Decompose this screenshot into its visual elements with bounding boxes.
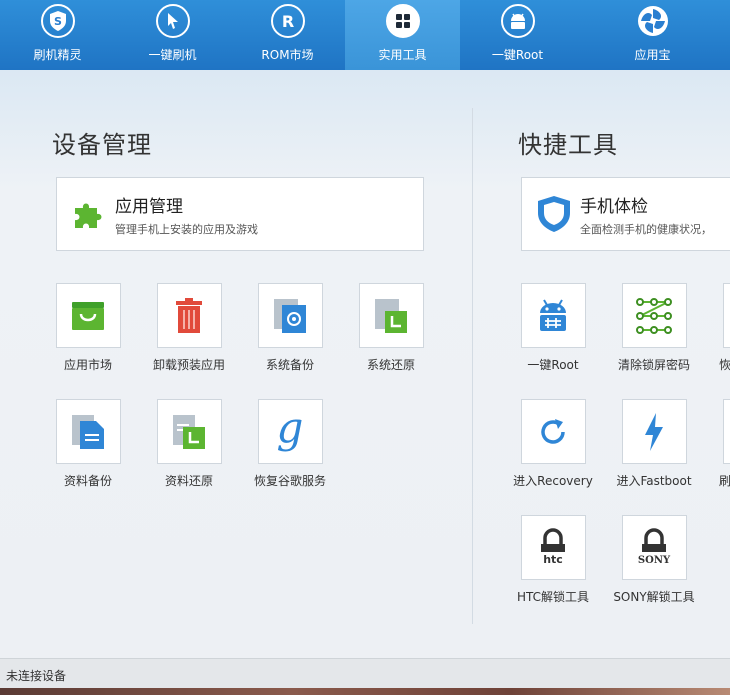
tab-one-click-flash[interactable]: 一键刷机 <box>115 0 230 70</box>
tool-enter-recovery[interactable]: 进入Recovery <box>503 399 603 489</box>
section-title-device-mgmt: 设备管理 <box>52 131 152 159</box>
shield-check-icon <box>534 194 574 234</box>
tool-sony-unlock[interactable]: SONY SONY解锁工具 <box>604 515 704 605</box>
shopping-bag-icon <box>55 283 121 348</box>
app-treasure-icon <box>636 4 670 38</box>
tool-clear-lock-password[interactable]: 清除锁屏密码 <box>604 283 704 373</box>
tool-label: 卸载预装应用 <box>152 358 225 372</box>
document-backup-icon <box>55 399 121 464</box>
tool-label: 进入Fastboot <box>616 474 692 488</box>
tab-utilities[interactable]: 实用工具 <box>345 0 460 70</box>
lightning-icon <box>621 399 687 464</box>
tab-one-click-root[interactable]: 一键Root <box>460 0 575 70</box>
tool-app-market[interactable]: 应用市场 <box>38 283 138 373</box>
svg-text:g: g <box>277 408 304 452</box>
brand-label: htc <box>543 553 563 566</box>
tool-partial-cut-off[interactable]: 恢 <box>705 283 730 373</box>
card-desc: 全面检测手机的健康状况， <box>580 222 712 236</box>
tab-label: ROM市场 <box>261 48 314 62</box>
main-content: 设备管理 应用管理 管理手机上安装的应用及游戏 应用市场 卸载预装应用 系统备份… <box>0 70 730 658</box>
shield-s-icon: S <box>40 4 75 38</box>
tool-one-click-root[interactable]: 一键Root <box>503 283 603 373</box>
app-management-card[interactable]: 应用管理 管理手机上安装的应用及游戏 <box>56 177 424 251</box>
partial-icon <box>723 399 730 464</box>
brand-label: SONY <box>638 555 671 566</box>
refresh-icon <box>520 399 586 464</box>
tab-flash-wizard[interactable]: S 刷机精灵 <box>0 0 115 70</box>
svg-text:R: R <box>281 12 293 30</box>
tool-label: 系统备份 <box>265 358 314 372</box>
tool-label: 应用市场 <box>63 358 112 372</box>
tool-htc-unlock[interactable]: htc HTC解锁工具 <box>503 515 603 605</box>
tool-partial-cut-off[interactable]: 刷 <box>705 399 730 489</box>
tool-label: 刷 <box>719 474 730 488</box>
tool-label: 资料还原 <box>164 474 213 488</box>
tool-data-restore[interactable]: 资料还原 <box>139 399 239 489</box>
trash-icon <box>156 283 222 348</box>
tool-enter-fastboot[interactable]: 进入Fastboot <box>604 399 704 489</box>
tab-label: 刷机精灵 <box>33 48 82 62</box>
phone-checkup-card[interactable]: 手机体检 全面检测手机的健康状况， <box>521 177 730 251</box>
tab-label: 应用宝 <box>634 48 671 62</box>
card-desc: 管理手机上安装的应用及游戏 <box>115 222 258 236</box>
tool-label: 资料备份 <box>63 474 112 488</box>
top-nav-bar: S 刷机精灵 一键刷机 R ROM市场 实用工具 一键Root 应用宝 <box>0 0 730 70</box>
card-title: 应用管理 <box>115 196 183 217</box>
pattern-lock-icon <box>621 283 687 348</box>
tab-label: 一键刷机 <box>148 48 197 62</box>
tool-system-backup[interactable]: 系统备份 <box>240 283 340 373</box>
tab-app-treasure[interactable]: 应用宝 <box>575 0 730 70</box>
tool-data-backup[interactable]: 资料备份 <box>38 399 138 489</box>
partial-icon <box>723 283 730 348</box>
grid-icon <box>385 4 420 38</box>
android-icon <box>500 4 535 38</box>
system-restore-icon <box>358 283 424 348</box>
tool-label: 一键Root <box>527 358 579 372</box>
tool-label: SONY解锁工具 <box>613 590 695 604</box>
tool-label: 恢 <box>719 358 730 372</box>
r-letter-icon: R <box>270 4 305 38</box>
tool-label: 清除锁屏密码 <box>617 358 690 372</box>
section-title-quick-tools: 快捷工具 <box>518 131 618 159</box>
tool-label: 系统还原 <box>366 358 415 372</box>
tool-label: HTC解锁工具 <box>516 590 590 604</box>
document-restore-icon <box>156 399 222 464</box>
card-title: 手机体检 <box>580 196 648 217</box>
tool-system-restore[interactable]: 系统还原 <box>341 283 441 373</box>
tab-label: 实用工具 <box>378 48 427 62</box>
section-divider <box>472 108 473 624</box>
connection-status: 未连接设备 <box>6 669 67 683</box>
status-bar: 未连接设备 <box>0 658 730 688</box>
tool-label: 恢复谷歌服务 <box>253 474 326 488</box>
tab-label: 一键Root <box>491 48 544 62</box>
system-backup-icon <box>257 283 323 348</box>
android-root-icon <box>520 283 586 348</box>
tool-restore-google-services[interactable]: g 恢复谷歌服务 <box>240 399 340 489</box>
puzzle-icon <box>69 194 109 234</box>
htc-lock-icon: htc <box>520 515 586 580</box>
desktop-background-strip <box>0 688 730 695</box>
svg-text:S: S <box>54 15 62 28</box>
tool-uninstall-preinstalled[interactable]: 卸载预装应用 <box>139 283 239 373</box>
sony-lock-icon: SONY <box>621 515 687 580</box>
tool-label: 进入Recovery <box>513 474 593 488</box>
tab-rom-market[interactable]: R ROM市场 <box>230 0 345 70</box>
cursor-icon <box>155 4 190 38</box>
google-g-icon: g <box>257 399 323 464</box>
